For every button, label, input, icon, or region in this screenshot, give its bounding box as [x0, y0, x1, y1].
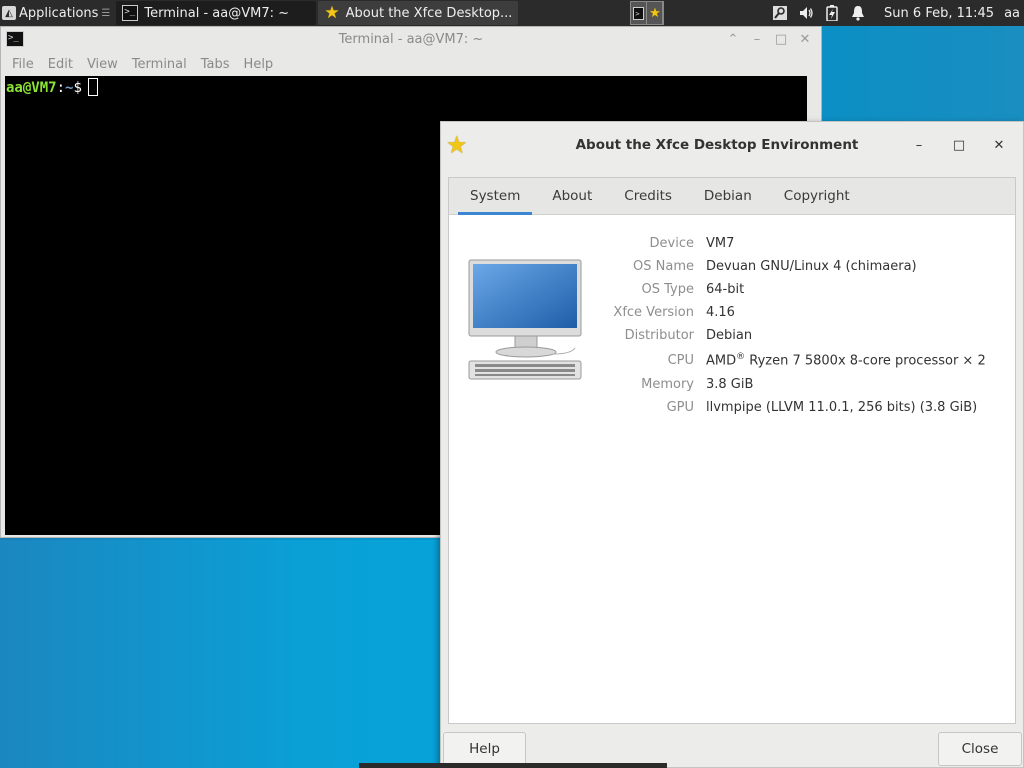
menu-file[interactable]: File	[5, 57, 41, 72]
about-tab-bar: System About Credits Debian Copyright	[449, 178, 1015, 215]
tab-debian[interactable]: Debian	[692, 178, 764, 214]
network-icon[interactable]	[772, 5, 788, 21]
menu-help[interactable]: Help	[237, 57, 281, 72]
menu-edit[interactable]: Edit	[41, 57, 80, 72]
terminal-window-icon[interactable]: >_	[6, 31, 24, 47]
notification-bell-icon[interactable]	[850, 5, 866, 21]
bottom-panel-edge	[359, 763, 667, 768]
info-row-distributor: Distributor Debian	[449, 324, 1015, 347]
terminal-menubar: File Edit View Terminal Tabs Help	[1, 51, 821, 77]
info-key: Memory	[641, 377, 694, 392]
taskbar-item-label: About the Xfce Desktop...	[345, 5, 513, 21]
info-row-os-type: OS Type 64-bit	[449, 278, 1015, 301]
applications-menu-button[interactable]: ◭ Applications ☰	[0, 0, 114, 26]
xfce-star-icon: ★	[446, 131, 468, 159]
prompt-colon: :	[56, 80, 66, 96]
info-key: GPU	[666, 400, 694, 415]
workspace-2[interactable]: ★	[647, 2, 664, 24]
terminal-maximize-button[interactable]: □	[769, 28, 793, 50]
system-tray: Sun 6 Feb, 11:45 aa	[772, 5, 1024, 21]
battery-icon[interactable]	[824, 5, 840, 21]
close-button[interactable]: Close	[938, 732, 1022, 766]
cpu-model: Ryzen 7 5800x 8-core processor × 2	[745, 353, 986, 369]
menu-indicator-icon: ☰	[101, 7, 111, 19]
shell-prompt: aa@VM7:~$	[6, 78, 806, 96]
clock[interactable]: Sun 6 Feb, 11:45	[884, 6, 994, 21]
workspace-1[interactable]: >	[631, 2, 648, 24]
registered-mark: ®	[736, 351, 746, 362]
tab-about[interactable]: About	[540, 178, 604, 214]
info-row-xfce-version: Xfce Version 4.16	[449, 301, 1015, 324]
terminal-icon: >_	[122, 5, 139, 21]
info-value: AMD® Ryzen 7 5800x 8-core processor × 2	[706, 352, 986, 368]
desktop-background-right	[820, 26, 1024, 126]
text-cursor	[87, 78, 98, 96]
help-button[interactable]: Help	[443, 732, 526, 766]
info-key: Distributor	[624, 328, 694, 343]
taskbar-item-about[interactable]: ★ About the Xfce Desktop...	[318, 1, 519, 25]
cpu-vendor: AMD	[706, 353, 737, 369]
tab-credits[interactable]: Credits	[612, 178, 684, 214]
info-value: VM7	[706, 236, 735, 251]
workspace-switcher[interactable]: > ★	[630, 1, 665, 25]
prompt-symbol: $	[73, 80, 82, 96]
menu-tabs[interactable]: Tabs	[194, 57, 237, 72]
info-value: 4.16	[706, 305, 735, 320]
terminal-close-button[interactable]: ✕	[793, 28, 817, 50]
system-info-rows: Device VM7 OS Name Devuan GNU/Linux 4 (c…	[449, 232, 1015, 419]
info-row-os-name: OS Name Devuan GNU/Linux 4 (chimaera)	[449, 255, 1015, 278]
info-value: llvmpipe (LLVM 11.0.1, 256 bits) (3.8 Gi…	[706, 400, 978, 415]
about-notebook: System About Credits Debian Copyright De…	[448, 177, 1016, 724]
info-value: 3.8 GiB	[706, 377, 754, 392]
info-row-memory: Memory 3.8 GiB	[449, 373, 1015, 396]
info-key: Device	[649, 236, 694, 251]
info-value: 64-bit	[706, 282, 745, 297]
applications-label: Applications	[19, 5, 99, 21]
info-key: OS Type	[641, 282, 694, 297]
info-key: OS Name	[633, 259, 694, 274]
about-titlebar[interactable]: ★ About the Xfce Desktop Environment – □…	[441, 122, 1023, 168]
menu-terminal[interactable]: Terminal	[125, 57, 194, 72]
info-key: CPU	[667, 352, 694, 368]
info-row-cpu: CPU AMD® Ryzen 7 5800x 8-core processor …	[449, 347, 1015, 373]
about-close-button[interactable]: ✕	[985, 134, 1013, 156]
about-minimize-button[interactable]: –	[905, 134, 933, 156]
star-mini-icon: ★	[649, 5, 661, 21]
user-menu[interactable]: aa	[1004, 6, 1020, 21]
star-icon: ★	[324, 2, 340, 23]
info-row-device: Device VM7	[449, 232, 1015, 255]
taskbar-item-terminal[interactable]: >_ Terminal - aa@VM7: ~	[116, 1, 317, 25]
terminal-titlebar[interactable]: >_ Terminal - aa@VM7: ~ ⌃ – □ ✕	[1, 27, 821, 51]
info-key: Xfce Version	[613, 305, 694, 320]
terminal-shade-button[interactable]: ⌃	[721, 28, 745, 50]
terminal-title: Terminal - aa@VM7: ~	[338, 31, 484, 47]
volume-icon[interactable]	[798, 5, 814, 21]
tab-copyright[interactable]: Copyright	[772, 178, 862, 214]
terminal-minimize-button[interactable]: –	[745, 28, 769, 50]
info-value: Debian	[706, 328, 753, 343]
about-maximize-button[interactable]: □	[945, 134, 973, 156]
taskbar-item-label: Terminal - aa@VM7: ~	[144, 5, 290, 21]
terminal-mini-icon: >	[633, 6, 645, 20]
top-panel: ◭ Applications ☰ >_ Terminal - aa@VM7: ~…	[0, 0, 1024, 26]
prompt-user-host: aa@VM7	[6, 80, 57, 96]
about-dialog: ★ About the Xfce Desktop Environment – □…	[440, 121, 1024, 768]
info-value: Devuan GNU/Linux 4 (chimaera)	[706, 259, 917, 274]
menu-view[interactable]: View	[80, 57, 125, 72]
tab-system[interactable]: System	[458, 178, 533, 215]
info-row-gpu: GPU llvmpipe (LLVM 11.0.1, 256 bits) (3.…	[449, 396, 1015, 419]
xfce-logo-icon: ◭	[2, 6, 16, 20]
